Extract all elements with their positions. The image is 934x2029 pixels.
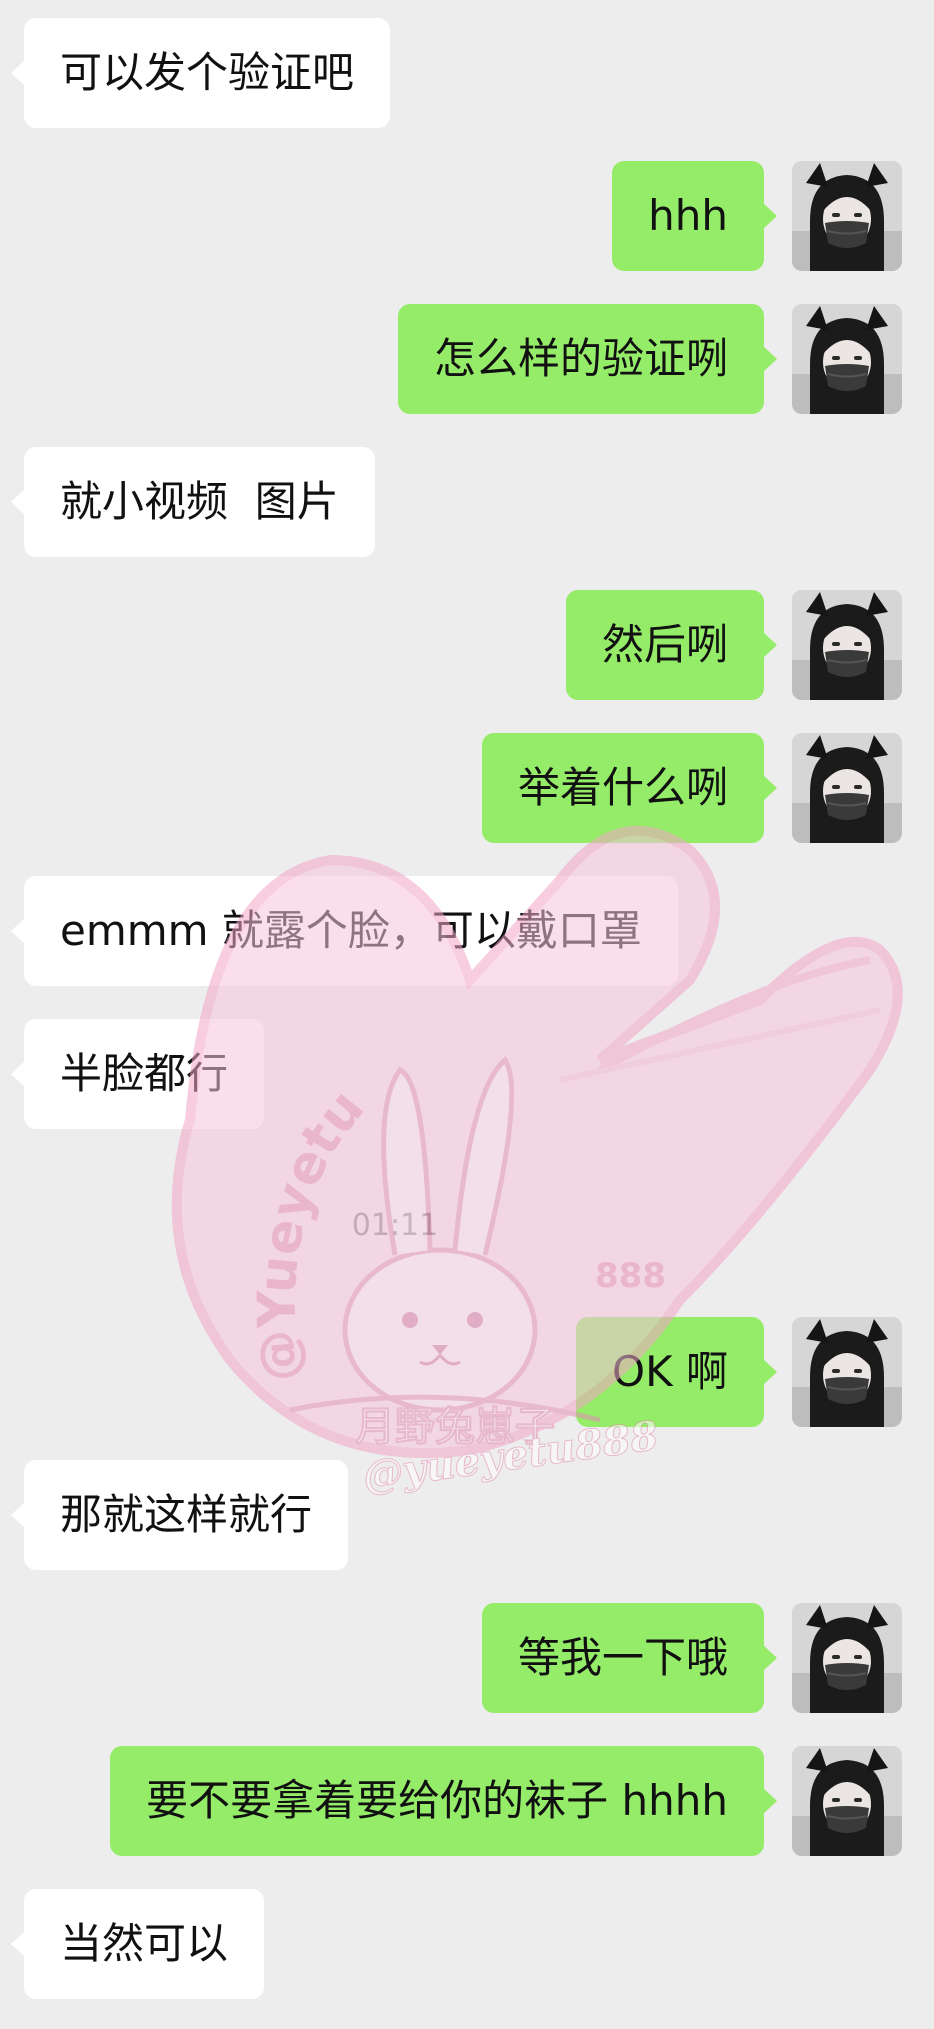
avatar-icon[interactable] — [792, 733, 902, 843]
message-bubble[interactable]: 举着什么咧 — [481, 733, 778, 843]
message-incoming: 就小视频 图片 — [0, 447, 934, 557]
message-text: 当然可以 — [60, 1919, 229, 1968]
message-bubble[interactable]: OK 啊 — [576, 1317, 777, 1427]
message-text: 就小视频 图片 — [60, 477, 339, 526]
message-bubble[interactable]: 半脸都行 — [10, 1019, 265, 1129]
message-bubble[interactable]: 然后咧 — [565, 590, 778, 700]
message-bubble[interactable]: 要不要拿着要给你的袜子 hhhh — [110, 1746, 777, 1856]
message-text: 可以发个验证吧 — [60, 48, 355, 97]
message-outgoing: hhh — [0, 161, 934, 271]
message-text: 那就这样就行 — [60, 1490, 313, 1539]
message-outgoing: 怎么样的验证咧 — [0, 304, 934, 414]
message-text: 半脸都行 — [60, 1049, 229, 1098]
message-bubble[interactable]: 等我一下哦 — [481, 1603, 778, 1713]
message-incoming: 半脸都行 — [0, 1019, 934, 1129]
message-bubble[interactable]: 就小视频 图片 — [11, 447, 375, 557]
message-incoming: 当然可以 — [0, 1889, 934, 1999]
message-text: hhh — [648, 191, 728, 240]
message-incoming: 那就这样就行 — [0, 1460, 934, 1570]
avatar-icon[interactable] — [792, 161, 902, 271]
message-bubble[interactable]: emmm 就露个脸，可以戴口罩 — [11, 876, 678, 986]
avatar-icon[interactable] — [792, 304, 902, 414]
avatar-icon[interactable] — [792, 1317, 902, 1427]
message-outgoing: 举着什么咧 — [0, 733, 934, 843]
message-text: emmm 就露个脸，可以戴口罩 — [60, 906, 642, 955]
message-bubble[interactable]: 可以发个验证吧 — [10, 18, 391, 128]
message-outgoing: 等我一下哦 — [0, 1603, 934, 1713]
avatar-icon[interactable] — [792, 1746, 902, 1856]
message-bubble[interactable]: 怎么样的验证咧 — [397, 304, 778, 414]
message-text: OK 啊 — [612, 1347, 728, 1396]
message-text: 举着什么咧 — [517, 763, 728, 812]
message-text: 要不要拿着要给你的袜子 hhhh — [146, 1776, 728, 1825]
timestamp: 01:11 — [351, 1208, 439, 1243]
message-bubble[interactable]: hhh — [612, 161, 777, 271]
avatar-icon[interactable] — [792, 1603, 902, 1713]
message-outgoing: 要不要拿着要给你的袜子 hhhh — [0, 1746, 934, 1856]
message-bubble[interactable]: 当然可以 — [10, 1889, 265, 1999]
chat-area[interactable]: 可以发个验证吧 hhh 怎么样的验证咧 就小视频 图片 然后咧 举着什么咧 em… — [0, 0, 934, 2029]
message-outgoing: OK 啊 — [0, 1317, 934, 1427]
message-outgoing: 然后咧 — [0, 590, 934, 700]
message-text: 怎么样的验证咧 — [433, 334, 728, 383]
message-incoming: emmm 就露个脸，可以戴口罩 — [0, 876, 934, 986]
message-incoming: 可以发个验证吧 — [0, 18, 934, 128]
avatar-icon[interactable] — [792, 590, 902, 700]
message-text: 然后咧 — [601, 620, 728, 669]
message-text: 等我一下哦 — [517, 1633, 728, 1682]
message-bubble[interactable]: 那就这样就行 — [10, 1460, 349, 1570]
